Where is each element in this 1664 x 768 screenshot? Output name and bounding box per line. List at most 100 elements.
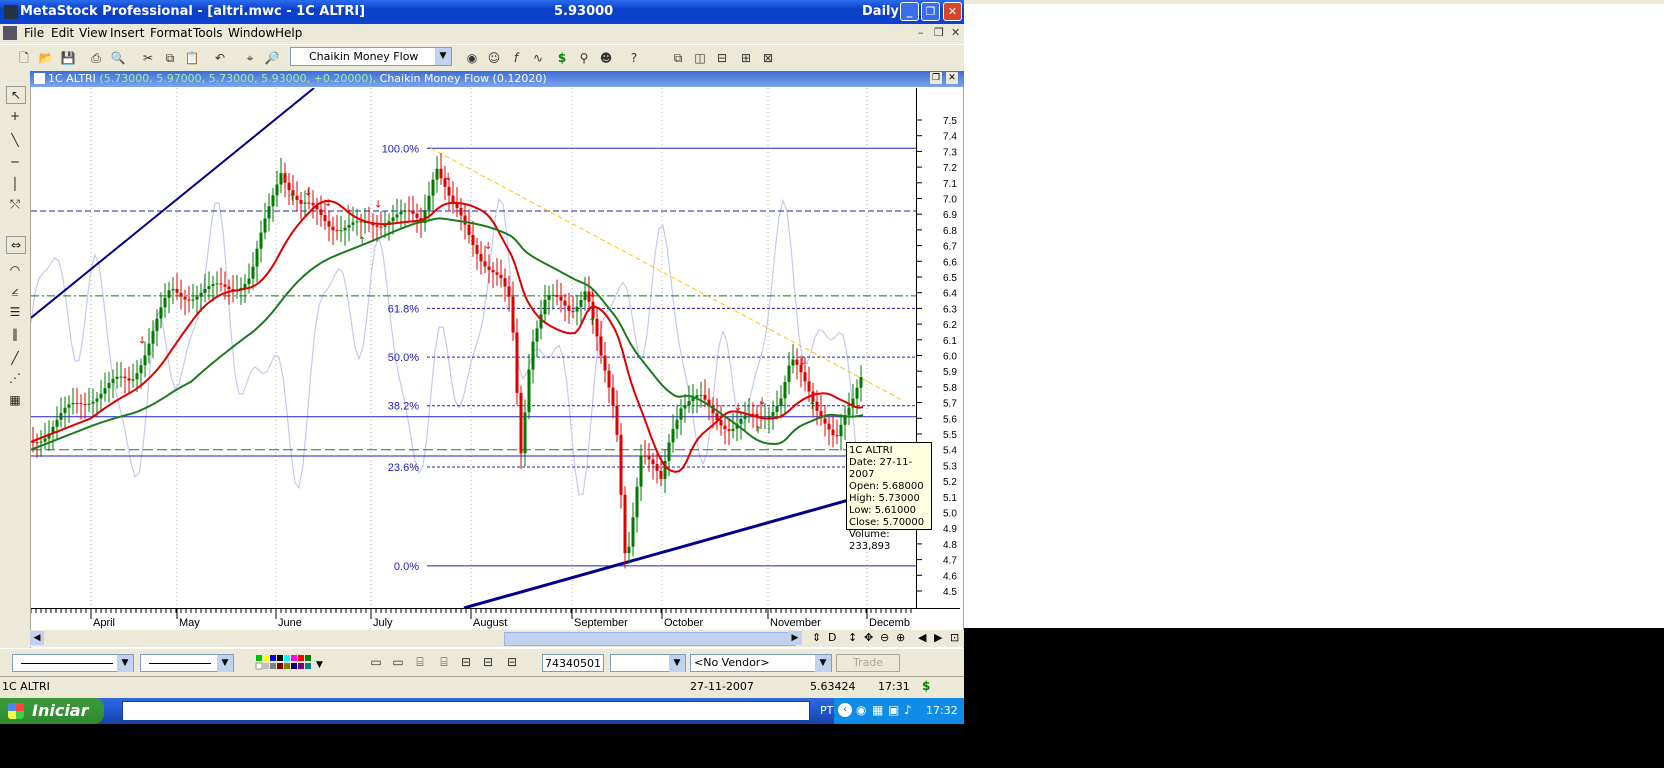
scroll-right-icon[interactable]: ▶ xyxy=(788,631,802,645)
maximize-button[interactable]: ❐ xyxy=(921,2,940,21)
vertical-resize-icon[interactable]: ↕ xyxy=(848,631,857,644)
layout-7-icon[interactable]: ⊟ xyxy=(504,654,520,670)
scroll-thumb[interactable] xyxy=(504,632,796,646)
fit-icon[interactable]: ⊡ xyxy=(950,631,959,644)
menu-insert[interactable]: Insert xyxy=(110,26,144,40)
zoom-out-icon[interactable]: ⊖ xyxy=(880,631,889,644)
minimize-button[interactable]: _ xyxy=(900,2,919,21)
daily-icon[interactable]: D xyxy=(828,631,836,644)
fib-retracement-icon[interactable]: ☰ xyxy=(6,304,24,320)
price-plot[interactable]: 100.0% 61.8% 50.0% 38.2% 23.6% 0.0% ↓ ↓ ↓ ↓ ↓ ↓ ↓ ↓ ↓ ↓… xyxy=(30,87,916,610)
explorer-icon[interactable]: ☺ xyxy=(486,50,502,66)
horizontal-line-icon[interactable]: ─ xyxy=(6,154,24,170)
crosshair-tool-icon[interactable]: + xyxy=(6,108,24,124)
menu-file[interactable]: File xyxy=(24,26,44,40)
chart-close-icon[interactable]: ✕ xyxy=(946,72,958,84)
trendline-icon[interactable]: ╲ xyxy=(6,132,24,148)
layout-6-icon[interactable]: ⊟ xyxy=(480,654,496,670)
tray-app3-icon[interactable]: ▣ xyxy=(888,703,899,717)
next-icon[interactable]: ▶ xyxy=(934,631,942,644)
taskbar-address-field[interactable] xyxy=(122,701,810,721)
zoom-icon[interactable]: 🔎 xyxy=(264,50,280,66)
vertical-line-icon[interactable]: │ xyxy=(6,176,24,192)
scroll-mode-icon[interactable]: ⇕ xyxy=(812,631,821,644)
pointer-icon[interactable]: ↖ xyxy=(6,86,26,104)
doc-icon[interactable] xyxy=(3,26,17,40)
tile-grid-icon[interactable]: ⊞ xyxy=(738,50,754,66)
chevron-down-icon[interactable]: ▼ xyxy=(669,655,685,672)
candle-body xyxy=(583,291,587,301)
expert-icon[interactable]: ◉ xyxy=(464,50,480,66)
save-icon[interactable]: 💾 xyxy=(60,50,76,66)
line-style-select[interactable]: ▼ xyxy=(12,654,134,672)
cycle-icon[interactable]: ⤲ xyxy=(6,196,24,212)
dollar-icon[interactable]: $ xyxy=(554,50,570,66)
paste-icon[interactable]: 📋 xyxy=(184,50,200,66)
prev-icon[interactable]: ◀ xyxy=(918,631,926,644)
tile-horizontal-icon[interactable]: ⊟ xyxy=(714,50,730,66)
chevron-down-icon[interactable]: ▼ xyxy=(217,655,233,672)
zoom-in-icon[interactable]: ⊕ xyxy=(896,631,905,644)
horizontal-scrollbar[interactable]: ◀ ▶ ⇕ D ↕ ✥ ⊖ ⊕ ◀ ▶ ⊡ xyxy=(30,630,964,647)
chevron-down-icon[interactable]: ▼ xyxy=(117,655,133,672)
indicator-select[interactable]: Chaikin Money Flow ▼ xyxy=(290,47,452,66)
copy-icon[interactable]: ⧉ xyxy=(162,50,178,66)
empty-select[interactable]: ▼ xyxy=(610,654,686,672)
scroll-left-icon[interactable]: ◀ xyxy=(30,631,44,645)
window-cascade-icon[interactable]: ⧉ xyxy=(670,50,686,66)
tray-app2-icon[interactable]: ▦ xyxy=(872,703,883,717)
candle-body xyxy=(183,296,187,300)
menu-view[interactable]: View xyxy=(79,26,107,40)
arc-icon[interactable]: ◠ xyxy=(6,262,24,278)
menu-format[interactable]: Format xyxy=(150,26,192,40)
language-indicator[interactable]: PT xyxy=(820,704,833,717)
layout-1-icon[interactable]: ▭ xyxy=(368,654,384,670)
fan-icon[interactable]: ⦤ xyxy=(6,282,24,298)
new-icon[interactable]: 🗋 xyxy=(16,50,32,66)
formula-icon[interactable]: f xyxy=(508,50,524,66)
print-icon[interactable]: ⎙ xyxy=(88,50,104,66)
undo-icon[interactable]: ↶ xyxy=(212,50,228,66)
time-zones-icon[interactable]: ‖ xyxy=(6,326,24,342)
layout-3-icon[interactable]: ⌸ xyxy=(412,654,428,670)
chevron-down-icon[interactable]: ▼ xyxy=(435,48,451,65)
mdi-restore-icon[interactable]: ❐ xyxy=(934,26,944,39)
layout-icon[interactable]: ⊠ xyxy=(760,50,776,66)
menu-window[interactable]: Window xyxy=(228,26,275,40)
tile-vertical-icon[interactable]: ◫ xyxy=(692,50,708,66)
volume-icon[interactable]: ♪ xyxy=(904,703,912,717)
value-field[interactable] xyxy=(542,654,604,672)
open-icon[interactable]: 📂 xyxy=(38,50,54,66)
help-icon[interactable]: ? xyxy=(626,50,642,66)
line-weight-select[interactable]: ▼ xyxy=(140,654,234,672)
start-button[interactable]: Iniciar xyxy=(0,698,104,724)
mdi-close-icon[interactable]: ✕ xyxy=(951,26,960,39)
tray-app1-icon[interactable]: ◉ xyxy=(856,703,866,717)
print-preview-icon[interactable]: 🔍 xyxy=(110,50,126,66)
close-button[interactable]: ✕ xyxy=(943,2,962,21)
grid-tool-icon[interactable]: ▦ xyxy=(6,392,24,408)
arrow-tool-icon[interactable]: ⇔ xyxy=(6,236,26,254)
cut-icon[interactable]: ✂ xyxy=(140,50,156,66)
menu-help[interactable]: Help xyxy=(275,26,302,40)
menu-tools[interactable]: Tools xyxy=(193,26,223,40)
candle-body xyxy=(311,202,315,206)
chevron-down-icon[interactable]: ▼ xyxy=(815,655,831,672)
crosshair-icon[interactable]: ⌖ xyxy=(242,50,258,66)
layout-4-icon[interactable]: ⌸ xyxy=(436,654,452,670)
move-icon[interactable]: ✥ xyxy=(864,631,873,644)
indicator-icon[interactable]: ∿ xyxy=(530,50,546,66)
mdi-minimize-icon[interactable]: – xyxy=(918,26,924,39)
users-icon[interactable]: ☻ xyxy=(598,50,614,66)
tray-expand-icon[interactable]: ‹ xyxy=(838,703,852,717)
line-tool-icon[interactable]: ╱ xyxy=(6,350,24,366)
menu-edit[interactable]: Edit xyxy=(51,26,74,40)
layout-2-icon[interactable]: ▭ xyxy=(390,654,406,670)
layout-5-icon[interactable]: ⊟ xyxy=(458,654,474,670)
binoculars-icon[interactable]: ⚲ xyxy=(576,50,592,66)
vendor-select[interactable]: <No Vendor> ▼ xyxy=(690,654,832,672)
chart-restore-icon[interactable]: ❐ xyxy=(930,72,942,84)
gann-fan-icon[interactable]: ⋰ xyxy=(6,370,24,386)
trade-button[interactable]: Trade xyxy=(836,654,900,672)
color-palette[interactable]: ▼ xyxy=(254,654,338,672)
